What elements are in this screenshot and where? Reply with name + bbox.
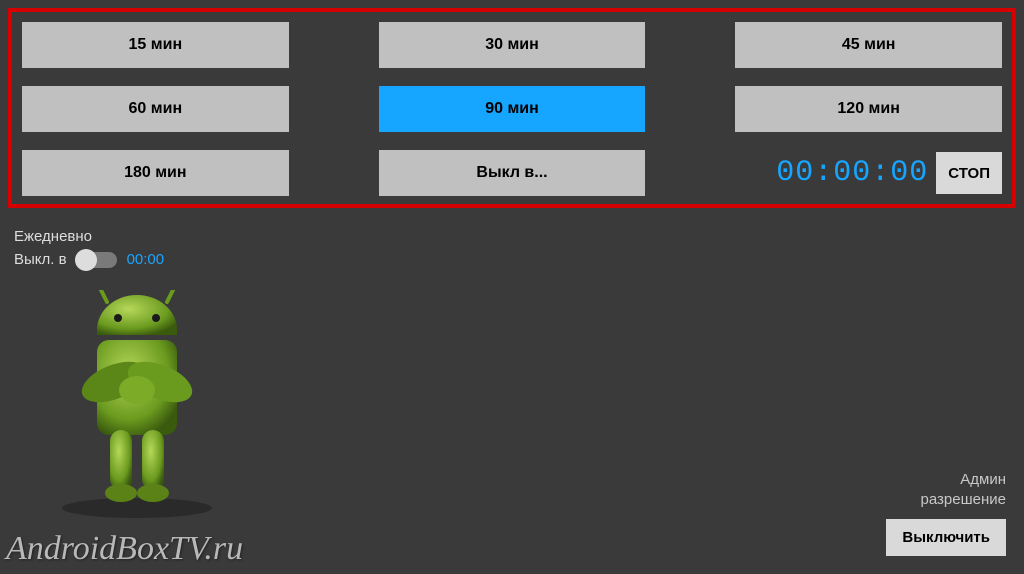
daily-schedule-section: Ежедневно Выкл. в 00:00: [14, 228, 164, 268]
daily-title: Ежедневно: [14, 228, 164, 245]
timer-60min-button[interactable]: 60 мин: [22, 86, 289, 132]
timer-30min-button[interactable]: 30 мин: [379, 22, 646, 68]
watermark-text: AndroidBoxTV.ru: [6, 530, 243, 568]
daily-off-at-label: Выкл. в: [14, 251, 67, 268]
timer-stop-button[interactable]: СТОП: [936, 152, 1002, 194]
daily-toggle[interactable]: [77, 252, 117, 268]
daily-row: Выкл. в 00:00: [14, 251, 164, 268]
timer-120min-button[interactable]: 120 мин: [735, 86, 1002, 132]
toggle-knob-icon: [75, 249, 97, 271]
bottom-right-controls: Админ разрешение Выключить: [886, 470, 1006, 556]
timer-15min-button[interactable]: 15 мин: [22, 22, 289, 68]
timer-countdown-cell: 00:00:00 СТОП: [735, 150, 1002, 196]
timer-custom-button[interactable]: Выкл в...: [379, 150, 646, 196]
timer-button-grid: 15 мин 30 мин 45 мин 60 мин 90 мин 120 м…: [22, 22, 1002, 194]
turn-off-button[interactable]: Выключить: [886, 519, 1006, 556]
timer-countdown-display: 00:00:00: [776, 156, 928, 190]
timer-90min-button[interactable]: 90 мин: [379, 86, 646, 132]
daily-time-value[interactable]: 00:00: [127, 251, 165, 268]
timer-180min-button[interactable]: 180 мин: [22, 150, 289, 196]
android-mascot-icon: [42, 290, 232, 520]
timer-highlight-area: 15 мин 30 мин 45 мин 60 мин 90 мин 120 м…: [8, 8, 1016, 208]
timer-45min-button[interactable]: 45 мин: [735, 22, 1002, 68]
admin-permission-label: Админ разрешение: [886, 470, 1006, 509]
